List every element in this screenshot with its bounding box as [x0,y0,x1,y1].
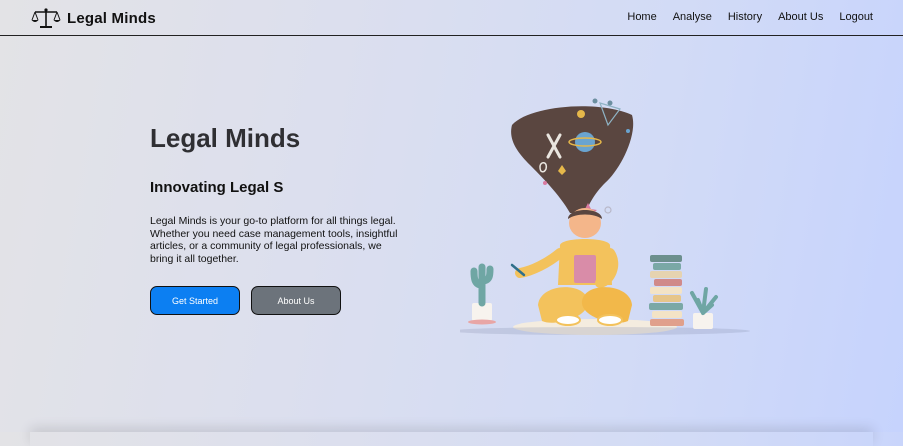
nav-home[interactable]: Home [627,11,656,23]
nav-links: Home Analyse History About Us Logout [627,11,873,23]
nav-about-us[interactable]: About Us [778,11,823,23]
nav-analyse[interactable]: Analyse [673,11,712,23]
hero-illustration [460,98,750,335]
scales-icon [31,8,61,28]
about-us-button[interactable]: About Us [251,286,341,315]
bottom-shadow [30,432,873,446]
hero-title: Legal Minds [150,123,301,153]
nav-logout[interactable]: Logout [839,11,873,23]
navbar: Legal Minds Home Analyse History About U… [0,0,903,36]
hero-description: Legal Minds is your go-to platform for a… [150,215,398,265]
get-started-button[interactable]: Get Started [150,286,240,315]
brand-logo[interactable]: Legal Minds [31,7,156,29]
brand-name: Legal Minds [67,9,156,27]
hero-subtitle: Innovating Legal S [150,179,284,196]
nav-history[interactable]: History [728,11,762,23]
